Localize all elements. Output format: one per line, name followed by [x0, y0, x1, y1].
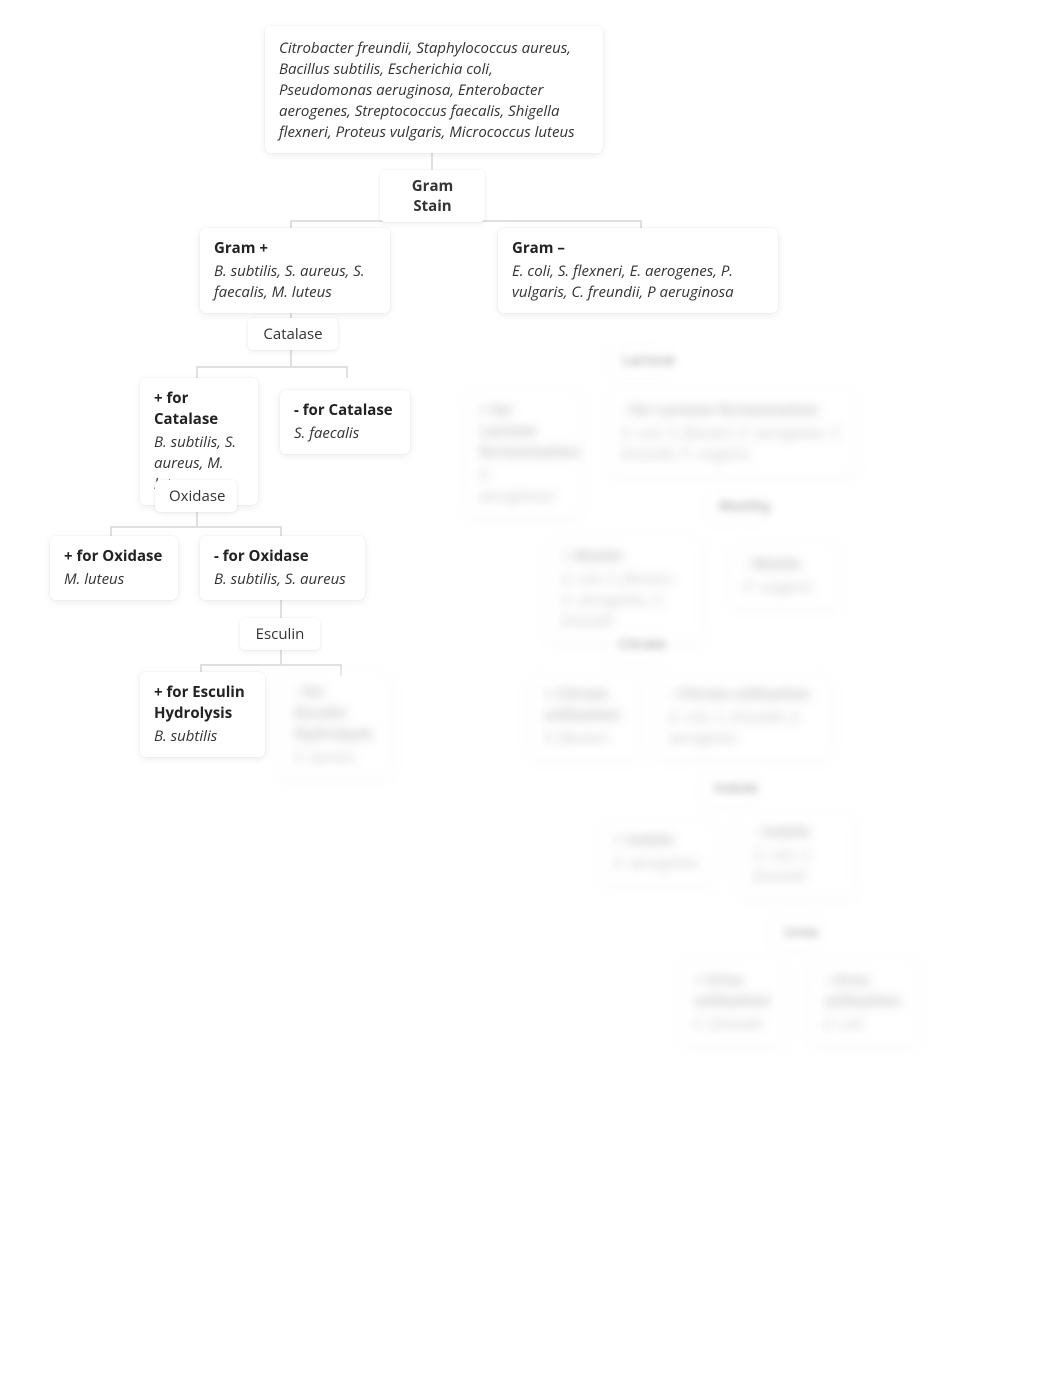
gram-pos-sub: B. subtilis, S. aureus, S. faecalis, M. … [214, 261, 376, 303]
neg-h-title: - Indole [754, 822, 841, 843]
neg-e-title: + Citrate utilization [544, 684, 626, 726]
esc-neg-title: - for Esculin Hydrolysis [294, 682, 376, 745]
test-esculin: Esculin [240, 618, 320, 650]
neg-g-title: + Indole [614, 830, 701, 851]
gram-neg-test-3: Citrate [605, 628, 661, 660]
neg-g-sub: E. aerogenes [614, 853, 701, 874]
gram-neg-test-2: Motility [705, 490, 765, 522]
gram-neg-node-b: - for Lactose fermentation E. coli, S. f… [608, 390, 858, 475]
gram-neg-title: Gram – [512, 238, 764, 259]
neg-e-sub: S. flexneri [544, 728, 626, 749]
catalase-label: Catalase [263, 324, 322, 344]
esc-pos-sub: B. subtilis [154, 726, 251, 747]
gram-neg-node-e: + Citrate utilization S. flexneri [530, 674, 640, 759]
neg-i-title: + Urea utilization [694, 970, 771, 1012]
gram-neg-sub: E. coli, S. flexneri, E. aerogenes, P. v… [512, 261, 764, 303]
neg-f-sub: E. coli, C. freundii, E. aerogenes [669, 707, 816, 749]
oxi-neg-sub: B. subtilis, S. aureus [214, 569, 351, 590]
gram-neg-node-i: + Urea utilization C. freundii [680, 960, 785, 1045]
oxi-neg-title: - for Oxidase [214, 546, 351, 567]
gram-neg-node-c: + Motile E. coli, S. flexneri, E. aeroge… [548, 536, 703, 642]
gram-pos-title: Gram + [214, 238, 376, 259]
gram-stain-label: Gram Stain [412, 176, 453, 216]
esculin-label: Esculin [256, 624, 305, 644]
gram-negative-node: Gram – E. coli, S. flexneri, E. aerogene… [498, 228, 778, 313]
neg-h-sub: E. coli, C. freundii [754, 845, 841, 887]
oxidase-negative-node: - for Oxidase B. subtilis, S. aureus [200, 536, 365, 600]
neg-a-sub: P. aeruginosa [479, 465, 566, 507]
cat-pos-title: + for Catalase [154, 388, 244, 430]
test-catalase: Catalase [248, 318, 338, 350]
cat-neg-title: - for Catalase [294, 400, 396, 421]
neg-j-sub: E. coli [824, 1014, 906, 1035]
neg-c-title: + Motile [562, 546, 689, 567]
gram-neg-test-5: Urea [770, 916, 820, 948]
test-gram-stain: Gram Stain [380, 170, 485, 222]
oxidase-label: Oxidase [169, 486, 225, 506]
neg-d-sub: P. vulgaris [744, 577, 826, 598]
neg-i-sub: C. freundii [694, 1014, 771, 1035]
gn-test2-label: Motility [719, 496, 771, 516]
esculin-negative-node: - for Esculin Hydrolysis S. aureus [280, 672, 390, 778]
catalase-negative-node: - for Catalase S. faecalis [280, 390, 410, 454]
oxidase-positive-node: + for Oxidase M. luteus [50, 536, 178, 600]
neg-d-title: - Motile [744, 554, 826, 575]
gram-neg-node-d: - Motile P. vulgaris [730, 544, 840, 608]
esculin-positive-node: + for Esculin Hydrolysis B. subtilis [140, 672, 265, 757]
esc-pos-title: + for Esculin Hydrolysis [154, 682, 251, 724]
gram-neg-node-f: - Citrate utilization E. coli, C. freund… [655, 674, 830, 759]
root-node: Citrobacter freundii, Staphylococcus aur… [265, 26, 603, 153]
gn-test1-label: Lactose [622, 350, 675, 370]
oxi-pos-sub: M. luteus [64, 569, 164, 590]
neg-b-title: - for Lactose fermentation [622, 400, 844, 421]
neg-c-sub: E. coli, S. flexneri, E. aerogenes, C. f… [562, 569, 689, 632]
gn-test4-label: Indole [714, 778, 758, 798]
gram-neg-node-a: + for Lactose fermentation P. aeruginosa [465, 390, 580, 517]
gn-test5-label: Urea [784, 922, 818, 942]
neg-f-title: - Citrate utilization [669, 684, 816, 705]
gram-neg-node-h: - Indole E. coli, C. freundii [740, 812, 855, 897]
test-oxidase: Oxidase [155, 480, 237, 512]
gram-neg-test-1: Lactose [608, 344, 668, 376]
gram-neg-test-4: Indole [700, 772, 756, 804]
oxi-pos-title: + for Oxidase [64, 546, 164, 567]
neg-j-title: - Urea utilization [824, 970, 906, 1012]
cat-neg-sub: S. faecalis [294, 423, 396, 444]
neg-b-sub: E. coli, S. flexneri, E. aerogenes, C. f… [622, 423, 844, 465]
gn-test3-label: Citrate [619, 634, 666, 654]
neg-a-title: + for Lactose fermentation [479, 400, 566, 463]
gram-neg-node-g: + Indole E. aerogenes [600, 820, 715, 884]
gram-neg-node-j: - Urea utilization E. coli [810, 960, 920, 1045]
gram-positive-node: Gram + B. subtilis, S. aureus, S. faecal… [200, 228, 390, 313]
esc-neg-sub: S. aureus [294, 747, 376, 768]
root-sub: Citrobacter freundii, Staphylococcus aur… [279, 38, 589, 143]
